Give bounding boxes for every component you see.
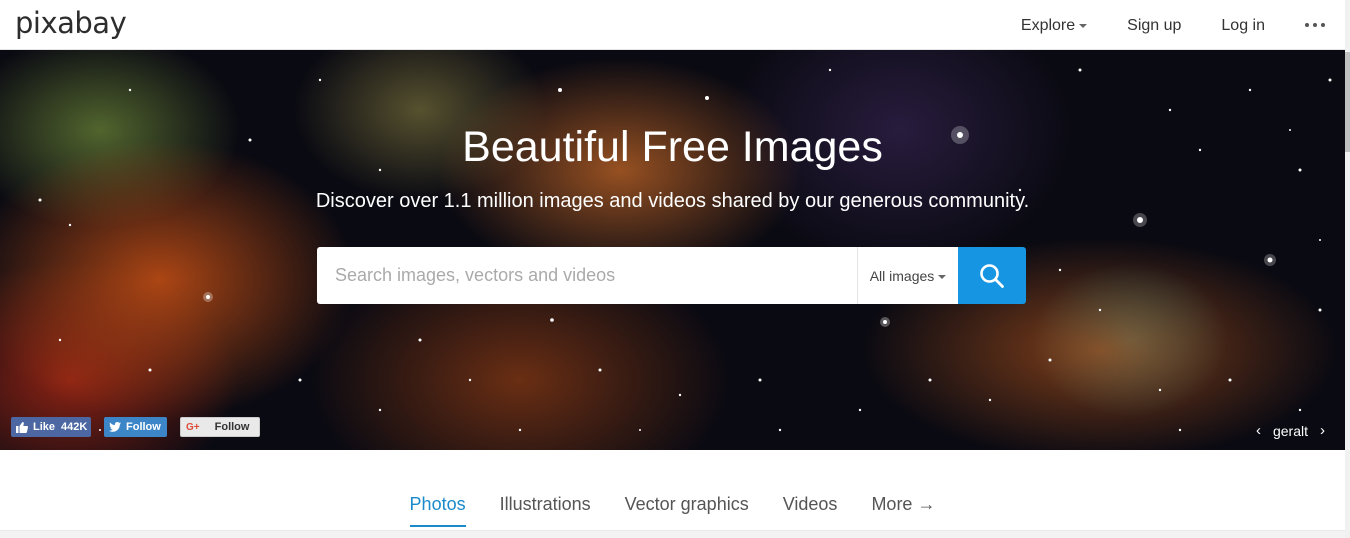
- chevron-down-icon: [1079, 24, 1088, 28]
- media-type-select-label: All images: [869, 267, 935, 284]
- nav-explore-label: Explore: [1020, 16, 1076, 34]
- tab-videos[interactable]: Videos: [766, 490, 855, 523]
- section-divider: [0, 530, 1345, 538]
- chevron-down-icon: [938, 274, 947, 279]
- googleplus-follow-button[interactable]: G+ Follow: [180, 417, 260, 437]
- nav-sign-up-label: Sign up: [1127, 16, 1182, 34]
- tab-vector-graphics[interactable]: Vector graphics: [608, 490, 766, 523]
- more-dots-icon[interactable]: [1285, 0, 1345, 50]
- media-type-tabs: Photos Illustrations Vector graphics Vid…: [0, 490, 1345, 527]
- search-input[interactable]: [317, 247, 858, 304]
- search-button[interactable]: [958, 247, 1026, 304]
- hero-banner: Beautiful Free Images Discover over 1.1 …: [0, 50, 1345, 450]
- tab-illustrations[interactable]: Illustrations: [483, 490, 608, 523]
- twitter-bird-icon: [109, 422, 121, 432]
- page-scrollbar[interactable]: [1345, 0, 1350, 538]
- top-nav: Explore Sign up Log in: [1001, 0, 1345, 50]
- twitter-follow-button[interactable]: Follow: [104, 417, 167, 437]
- googleplus-icon: G+: [186, 421, 200, 433]
- nav-explore[interactable]: Explore: [1001, 0, 1107, 50]
- chevron-right-icon[interactable]: ›: [1320, 422, 1325, 439]
- facebook-like-count: 442K: [61, 421, 88, 433]
- media-type-select[interactable]: All images: [858, 247, 958, 304]
- social-buttons: Like 442K Follow G+ Follow: [11, 417, 260, 437]
- tab-more[interactable]: More →: [854, 490, 952, 523]
- scrollbar-thumb[interactable]: [1345, 52, 1350, 152]
- image-credit: ‹ geralt ›: [1256, 422, 1325, 439]
- facebook-like-label: Like: [33, 421, 56, 433]
- nav-sign-up[interactable]: Sign up: [1107, 0, 1201, 50]
- hero-title: Beautiful Free Images: [462, 123, 883, 171]
- facebook-like-button[interactable]: Like 442K: [11, 417, 91, 437]
- tab-photos[interactable]: Photos: [393, 490, 483, 527]
- top-header: pixabay Explore Sign up Log in: [0, 0, 1345, 50]
- chevron-left-icon[interactable]: ‹: [1256, 422, 1261, 439]
- twitter-follow-label: Follow: [126, 421, 161, 433]
- pixabay-logo[interactable]: pixabay: [15, 6, 127, 40]
- image-author-link[interactable]: geralt: [1273, 423, 1308, 439]
- googleplus-follow-label: Follow: [214, 421, 250, 433]
- search-icon: [980, 263, 1004, 288]
- nav-log-in-label: Log in: [1221, 16, 1265, 34]
- search-bar: All images: [317, 247, 1026, 304]
- nav-log-in[interactable]: Log in: [1201, 0, 1285, 50]
- thumbs-up-icon: [16, 421, 28, 433]
- hero-subtitle: Discover over 1.1 million images and vid…: [315, 190, 1030, 212]
